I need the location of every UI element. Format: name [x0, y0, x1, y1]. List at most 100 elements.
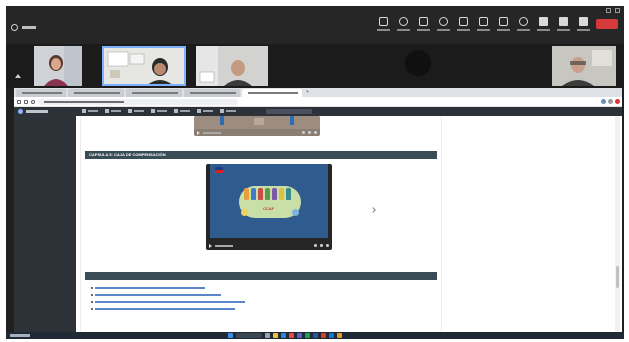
browser-tab[interactable]	[126, 89, 182, 97]
more-icon	[519, 17, 528, 26]
resource-link[interactable]	[95, 308, 235, 310]
video-player[interactable]: CCAF	[206, 164, 332, 250]
people-button[interactable]	[396, 17, 411, 31]
task-view-icon[interactable]	[265, 333, 270, 338]
extension-icon[interactable]	[601, 99, 606, 104]
site-menu-item[interactable]	[82, 109, 98, 113]
url-field[interactable]	[38, 99, 238, 105]
taskbar-user	[10, 334, 30, 337]
excel-icon[interactable]	[305, 333, 310, 338]
volume-icon[interactable]	[302, 131, 305, 134]
edge-icon[interactable]	[281, 333, 286, 338]
browser-tab[interactable]	[16, 89, 66, 97]
menu-icon[interactable]	[615, 99, 620, 104]
participant-strip	[6, 44, 624, 88]
mic-button[interactable]	[556, 17, 571, 31]
browser-tab[interactable]	[68, 89, 124, 97]
forward-icon[interactable]	[24, 100, 28, 104]
taskbar-apps	[228, 333, 342, 338]
volume-icon[interactable]	[314, 244, 317, 247]
participant-name	[404, 78, 432, 84]
meeting-top-bar	[6, 6, 624, 44]
fullscreen-icon[interactable]	[320, 244, 323, 247]
scrollbar-thumb[interactable]	[616, 266, 619, 288]
participant-tile-no-video[interactable]	[398, 46, 438, 86]
list-item[interactable]	[91, 294, 221, 296]
participant-tile-active-speaker[interactable]	[102, 46, 186, 86]
more-options-icon[interactable]	[326, 244, 329, 247]
collapse-strip-icon[interactable]	[15, 74, 21, 78]
more-options-icon[interactable]	[314, 131, 317, 134]
powerpoint-icon[interactable]	[321, 333, 326, 338]
taskbar-clock[interactable]	[602, 333, 620, 338]
browser-tab[interactable]	[184, 89, 240, 97]
site-name[interactable]	[26, 110, 48, 113]
start-icon[interactable]	[228, 333, 233, 338]
more-label	[517, 29, 530, 31]
page-scrollbar[interactable]	[615, 116, 620, 332]
raise-hand-button[interactable]	[416, 17, 431, 31]
video-controls	[194, 129, 320, 136]
taskbar-search[interactable]	[236, 333, 262, 338]
slide-label: CCAF	[263, 206, 275, 211]
participant-tile[interactable]	[552, 46, 616, 86]
person-icon	[251, 188, 256, 200]
site-search-input[interactable]	[266, 109, 312, 114]
course-page: CAPSULA 5: CAJA DE COMPENSACIÓN CCAF	[80, 116, 442, 332]
site-menu-item[interactable]	[128, 109, 144, 113]
fullscreen-icon[interactable]	[308, 131, 311, 134]
grades-icon	[197, 109, 201, 113]
resource-link[interactable]	[95, 294, 221, 296]
resource-link[interactable]	[95, 301, 245, 303]
raise-hand-label	[417, 29, 430, 31]
site-menu-item[interactable]	[105, 109, 121, 113]
site-menu	[82, 109, 236, 113]
camera-button[interactable]	[536, 17, 551, 31]
app-icon[interactable]	[337, 333, 342, 338]
site-logo-icon[interactable]	[18, 109, 23, 114]
leave-button[interactable]	[596, 19, 618, 29]
apps-button[interactable]	[496, 17, 511, 31]
chat-button[interactable]	[376, 17, 391, 31]
chrome-icon[interactable]	[289, 333, 294, 338]
meeting-timer	[22, 26, 36, 29]
participant-tile[interactable]	[34, 46, 82, 86]
participant-tile[interactable]	[196, 46, 268, 86]
outlook-icon[interactable]	[329, 333, 334, 338]
site-menu-item[interactable]	[151, 109, 167, 113]
browser-tab-active[interactable]	[242, 89, 302, 97]
back-icon[interactable]	[17, 100, 21, 104]
camera-icon	[539, 17, 548, 26]
course-sidebar	[14, 116, 76, 332]
rooms-icon	[479, 17, 488, 26]
resource-link[interactable]	[95, 287, 205, 289]
view-button[interactable]	[456, 17, 471, 31]
video-slide: CCAF	[210, 164, 328, 238]
person-icon	[258, 188, 263, 200]
os-taskbar	[6, 332, 624, 339]
maximize-icon[interactable]	[615, 8, 620, 13]
people-icon	[399, 17, 408, 26]
person-icon	[265, 188, 270, 200]
screen: + CAPSULA 5: CAJA DE COMPENSACIÓN CCAF	[6, 6, 624, 339]
reload-icon[interactable]	[31, 100, 35, 104]
word-icon[interactable]	[313, 333, 318, 338]
rooms-button[interactable]	[476, 17, 491, 31]
play-icon[interactable]	[197, 130, 200, 135]
more-button[interactable]	[516, 17, 531, 31]
share-button[interactable]	[576, 17, 591, 31]
site-menu-item[interactable]	[197, 109, 213, 113]
video-player[interactable]	[194, 116, 320, 136]
list-item[interactable]	[91, 308, 235, 310]
new-tab-icon[interactable]: +	[306, 90, 309, 95]
react-button[interactable]	[436, 17, 451, 31]
site-menu-item[interactable]	[174, 109, 190, 113]
play-icon[interactable]	[209, 243, 212, 248]
list-item[interactable]	[91, 301, 245, 303]
minimize-icon[interactable]	[606, 8, 611, 13]
folder-icon[interactable]	[273, 333, 278, 338]
profile-icon[interactable]	[608, 99, 613, 104]
teams-icon[interactable]	[297, 333, 302, 338]
list-item[interactable]	[91, 287, 205, 289]
site-menu-item[interactable]	[220, 109, 236, 113]
